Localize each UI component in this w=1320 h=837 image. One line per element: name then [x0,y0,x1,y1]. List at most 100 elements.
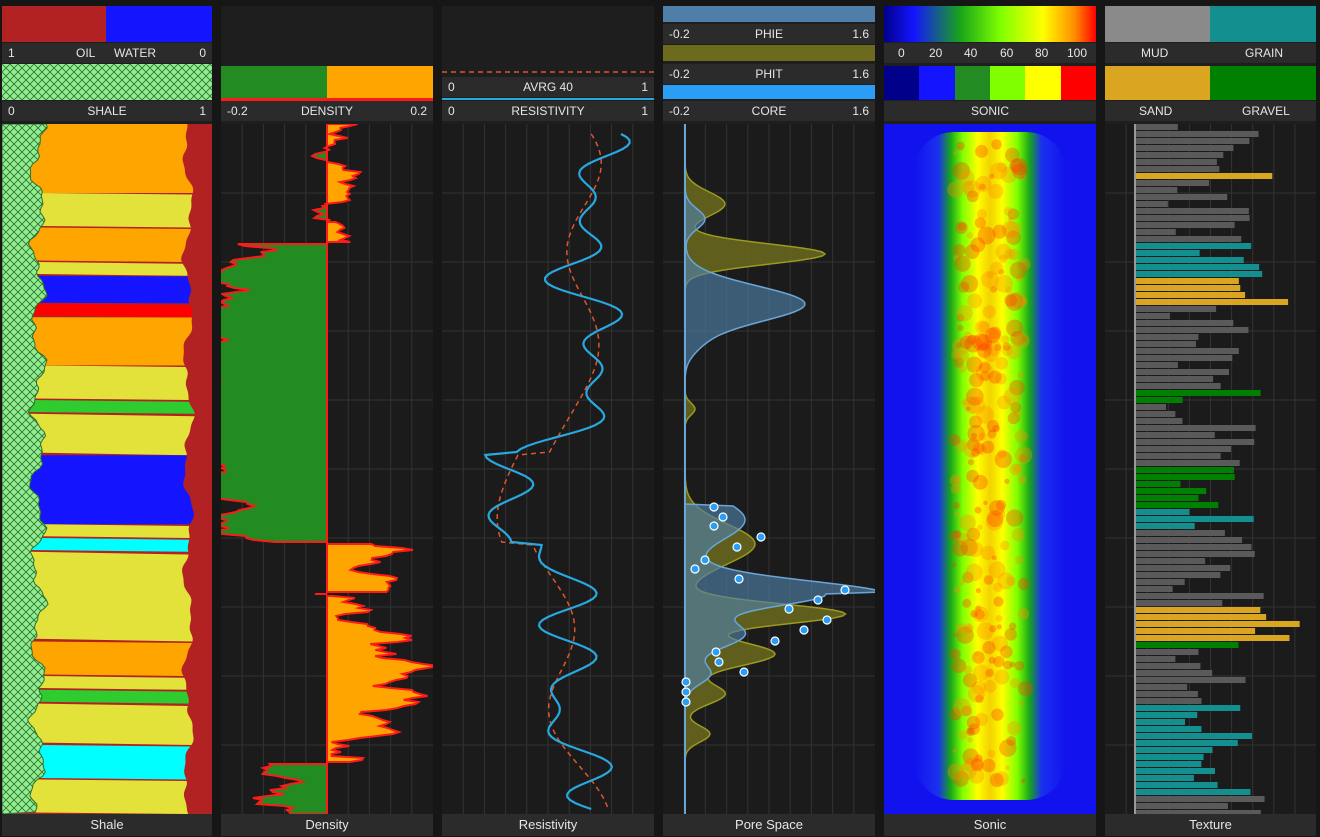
sand-swatch [1105,66,1210,100]
sonic-tick-60: 60 [1000,46,1014,60]
sonic-hotspot [1017,607,1030,620]
density-orange-swatch [327,66,433,98]
sonic-hotspot [967,293,982,309]
lithology-band [32,303,193,318]
texture-bar [1135,173,1273,179]
sonic-legend-swatch [1025,66,1061,100]
gravel-label: GRAVEL [1242,104,1290,118]
sonic-hotspot [974,506,982,514]
texture-bar [1135,607,1261,613]
sonic-hotspot [988,326,1002,340]
texture-bar [1135,124,1178,130]
density-track: -0.2 DENSITY 0.2 Density [221,6,433,836]
texture-bar [1135,327,1249,333]
mud-label: MUD [1141,46,1169,60]
resistivity-label: RESISTIVITY [511,104,585,118]
water-swatch [106,6,212,42]
sonic-hotspot [962,598,972,608]
sonic-hotspot [971,448,980,457]
sonic-hotspot [963,665,972,675]
oil-water-header: 1 OIL WATER 0 [2,43,212,63]
sonic-hotspot [948,434,961,446]
sonic-hotspot [975,694,984,704]
porespace-plot[interactable] [663,124,875,814]
core-swatch [663,85,875,99]
texture-bar [1135,348,1239,354]
sonic-hotspot [1009,158,1024,173]
resistivity-plot[interactable] [442,124,654,814]
sonic-hotspot [957,324,964,332]
texture-bar [1135,460,1240,466]
sonic-hotspot [966,624,973,630]
sonic-hotspot [982,641,996,655]
sonic-hotspot [989,173,995,180]
sonic-hotspot [1017,577,1030,591]
lithology-band [29,455,194,525]
density-plot[interactable] [221,124,433,814]
core-point [690,564,700,574]
sonic-hotspot [1003,660,1013,670]
sonic-hotspot [993,656,1005,668]
texture-bar [1135,194,1228,200]
sonic-hotspot [952,244,966,257]
sonic-hotspot [984,670,992,678]
texture-bar [1135,488,1207,494]
sonic-track: 0 20 40 60 80 100 SONIC Sonic [884,6,1096,836]
core-point [681,687,691,697]
core-label: CORE [751,104,787,118]
phie-swatch [663,6,875,22]
sonic-hotspot [956,141,965,150]
sonic-hotspot [1006,509,1024,527]
sand-gravel-header: SAND GRAVEL [1105,101,1316,121]
texture-bar [1135,544,1252,550]
grain-label: GRAIN [1245,46,1284,60]
texture-bar [1135,215,1250,221]
density-orange-area [326,595,433,763]
texture-bar [1135,551,1255,557]
texture-bar [1135,474,1235,480]
core-point [714,657,724,667]
sonic-hotspot [1000,540,1010,551]
texture-bar [1135,677,1246,683]
sonic-hotspot [958,666,964,671]
lithology-band [30,538,190,552]
sonic-hotspot [1009,463,1022,476]
sonic-plot[interactable] [884,124,1096,814]
sonic-hotspot [996,624,1002,630]
sonic-hotspot [969,372,984,388]
core-point [739,667,749,677]
texture-bar [1135,614,1267,620]
texture-bar [1135,432,1215,438]
texture-bar [1135,733,1252,739]
texture-bar [1135,208,1249,214]
texture-bar [1135,131,1259,137]
density-right-value: 0.2 [410,104,427,118]
texture-bar [1135,264,1260,270]
shale-plot[interactable] [2,124,212,814]
texture-bar [1135,565,1231,571]
lithology-band [34,365,189,400]
sonic-hotspot [953,151,958,156]
texture-bar [1135,243,1252,249]
core-point [734,574,744,584]
sonic-hotspot [983,500,988,506]
lithology-band [29,779,189,814]
sonic-hotspot [1003,387,1021,406]
sonic-hotspot [964,244,980,260]
sonic-hotspot [1014,429,1028,443]
sonic-hotspot [982,305,996,319]
sonic-hotspot [1009,261,1027,279]
texture-bar [1135,670,1213,676]
texture-bar [1135,747,1213,753]
sonic-hotspot [993,596,1004,607]
sonic-hotspot [993,582,1003,593]
texture-bar [1135,418,1183,424]
sonic-hotspot [953,586,961,594]
texture-bar [1135,537,1243,543]
phit-label: PHIT [755,67,783,81]
texture-plot[interactable] [1105,124,1316,814]
phit-swatch [663,45,875,61]
phie-label: PHIE [754,27,783,41]
resistivity-header: 0 RESISTIVITY 1 [442,101,654,121]
core-point [840,585,850,595]
